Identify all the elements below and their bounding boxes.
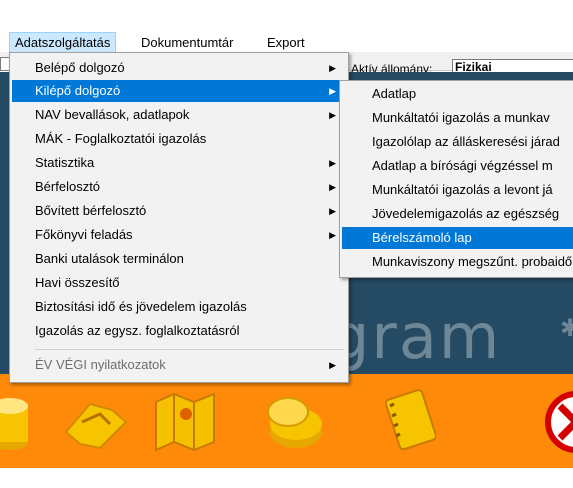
submenu-arrow-icon: ▶ [329,86,336,96]
coins-icon[interactable] [0,392,34,454]
menu-item-label: ÉV VÉGI nyilatkozatok [35,357,166,372]
menu-separator [35,349,344,350]
submenu-item-levont-jarulek[interactable]: Munkáltatói igazolás a levont já [342,179,573,201]
submenu-arrow-icon: ▶ [329,110,336,120]
menu-bar: Adatszolgáltatás Dokumentumtár Export [0,0,573,54]
coins-stack-icon[interactable] [262,388,326,454]
menu-item-label: Banki utalások terminálon [35,251,184,266]
menu-item-label: Igazolás az egysz. foglalkoztatásról [35,323,240,338]
submenu-item-munkaltatoi-igazolas[interactable]: Munkáltatói igazolás a munkav [342,107,573,129]
submenu-arrow-icon: ▶ [329,158,336,168]
menu-item-label: MÁK - Foglalkoztatói igazolás [35,131,207,146]
menu-item-label: Statisztika [35,155,95,170]
submenu-arrow-icon: ▶ [329,182,336,192]
submenu-item-adatlap-birosagi[interactable]: Adatlap a bírósági végzéssel m [342,155,573,177]
menu-item-statisztika[interactable]: Statisztika ▶ [12,152,346,174]
menu-item-fokonyvi-feladas[interactable]: Főkönyvi feladás ▶ [12,224,346,246]
menu-item-nav-bevallasok[interactable]: NAV bevallások, adatlapok ▶ [12,104,346,126]
submenu-item-igazololap[interactable]: Igazolólap az álláskeresési járad [342,131,573,153]
menu-item-belepo-dolgozo[interactable]: Belépő dolgozó ▶ [12,57,346,79]
notebook-icon[interactable] [380,386,436,452]
menu-item-label: Bérfelosztó [35,179,101,194]
menu-item-label: Kilépő dolgozó [35,83,121,98]
menu-export[interactable]: Export [262,33,310,53]
menu-adatszolgaltatas[interactable]: Adatszolgáltatás [9,32,117,54]
menu-dokumentumtar[interactable]: Dokumentumtár [136,33,238,53]
menu-item-bovitett-berfeloszto[interactable]: Bővített bérfelosztó ▶ [12,200,346,222]
menu-item-biztositasi-ido[interactable]: Biztosítási idő és jövedelem igazolás [12,296,346,318]
menu-item-kilepo-dolgozo[interactable]: Kilépő dolgozó ▶ [12,80,346,102]
submenu-arrow-icon: ▶ [329,63,336,73]
submenu-item-berelszamolo-lap[interactable]: Bérelszámoló lap [342,227,573,249]
submenu-item-munkaviszony-megszunt[interactable]: Munkaviszony megszűnt. probaidő [342,251,573,273]
adatszolgaltatas-dropdown: Belépő dolgozó ▶ Kilépő dolgozó ▶ NAV be… [9,52,349,383]
brand-watermark: gram [330,300,502,373]
submenu-item-adatlap[interactable]: Adatlap [342,83,573,105]
menu-item-igazolas-egysz[interactable]: Igazolás az egysz. foglalkoztatásról [12,320,346,342]
submenu-arrow-icon: ▶ [329,230,336,240]
status-area [0,468,573,488]
menu-item-banki-utalasok[interactable]: Banki utalások terminálon [12,248,346,270]
menu-item-berfeloszto[interactable]: Bérfelosztó ▶ [12,176,346,198]
menu-item-label: Biztosítási idő és jövedelem igazolás [35,299,247,314]
menu-item-label: NAV bevallások, adatlapok [35,107,190,122]
menu-item-havi-osszesito[interactable]: Havi összesítő [12,272,346,294]
menu-item-mak-foglalkoztatoi[interactable]: MÁK - Foglalkoztatói igazolás [12,128,346,150]
handshake-icon[interactable] [60,392,130,454]
map-icon[interactable] [150,388,220,454]
menu-item-label: Havi összesítő [35,275,120,290]
watermark-star: ✱ [560,315,573,342]
close-icon[interactable] [540,388,573,454]
kilepo-dolgozo-submenu: Adatlap Munkáltatói igazolás a munkav Ig… [339,80,573,278]
menu-item-label: Belépő dolgozó [35,60,125,75]
menu-item-label: Főkönyvi feladás [35,227,133,242]
menu-item-label: Bővített bérfelosztó [35,203,147,218]
submenu-arrow-icon: ▶ [329,206,336,216]
submenu-arrow-icon: ▶ [329,360,336,370]
icon-toolbar [0,374,573,468]
menu-item-ev-vegi-nyilatkozatok[interactable]: ÉV VÉGI nyilatkozatok ▶ [12,354,346,376]
submenu-item-jovedelemigazolas[interactable]: Jövedelemigazolás az egészség [342,203,573,225]
